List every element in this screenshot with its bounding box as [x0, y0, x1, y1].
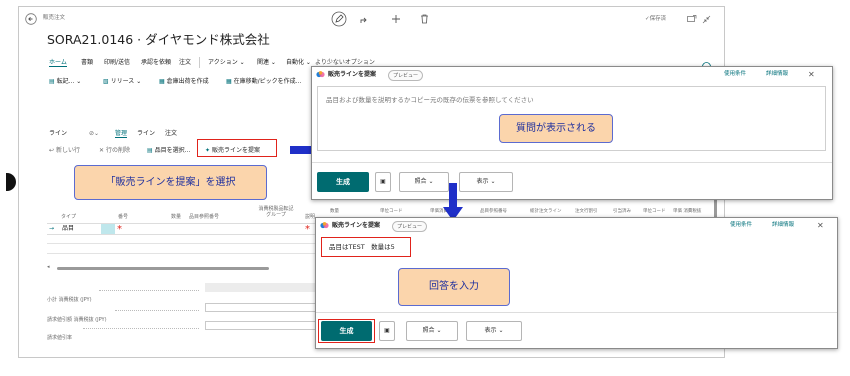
details-link[interactable]: 詳細情報: [766, 71, 788, 78]
action-automate[interactable]: 自動化 ⌄: [286, 60, 311, 66]
back-arrow-icon[interactable]: [25, 13, 37, 25]
generate-button[interactable]: 生成: [321, 321, 372, 341]
side-panel-handle[interactable]: [6, 173, 16, 191]
action-related[interactable]: 関連 ⌄: [257, 60, 276, 66]
callout-question-shown: 質問が表示される: [499, 114, 613, 143]
copilot-icon: [316, 70, 325, 79]
subtotal-label: 小計 消費税抜 (JPY): [47, 297, 92, 303]
invoice-discount-label: 請求値引額 消費税抜 (JPY): [47, 317, 107, 323]
release-button[interactable]: ▧ リリース ⌄: [103, 79, 141, 85]
highlight-suggest-button: [197, 139, 277, 157]
lines-line-tab[interactable]: ライン: [137, 131, 155, 137]
scroll-left-icon[interactable]: ◂: [47, 265, 50, 270]
copilot-icon: [320, 221, 329, 230]
subtotal-field: [205, 283, 325, 292]
col-number: 番号: [118, 214, 129, 220]
dialog-title: 販売ラインを提案: [332, 222, 381, 229]
edit-icon[interactable]: [331, 11, 347, 27]
suggest-lines-dialog-answer: 販売ラインを提案 プレビュー 使用条件 詳細情報 ✕ 品目はTEST 数量は5 …: [315, 217, 838, 349]
new-line-button[interactable]: ↩ 新しい行: [49, 148, 80, 154]
delete-icon[interactable]: [420, 14, 429, 24]
open-new-window-icon[interactable]: [687, 15, 697, 23]
generate-button[interactable]: 生成: [317, 172, 369, 192]
col-type: タイプ: [61, 214, 77, 220]
select-items-button[interactable]: ▤ 品目を選択...: [147, 148, 190, 154]
collapse-icon[interactable]: [702, 15, 711, 24]
required-mark: *: [117, 224, 122, 235]
action-request-approval[interactable]: 承認を依頼: [141, 60, 171, 66]
saved-status: ✓保存済: [645, 16, 667, 22]
col-quantity: 数量: [171, 214, 182, 220]
delete-line-button[interactable]: ✕ 行の削除: [99, 148, 130, 154]
item-number-cell[interactable]: [101, 224, 115, 234]
save-icon[interactable]: ▣: [375, 172, 391, 192]
breadcrumb: 販売注文: [43, 15, 66, 21]
dialog-header: 販売ラインを提案 プレビュー 使用条件 詳細情報 ✕: [312, 67, 832, 81]
lines-tab[interactable]: ライン: [49, 131, 67, 137]
view-dropdown[interactable]: 表示 ⌄: [459, 172, 513, 192]
action-home[interactable]: ホーム: [49, 60, 67, 67]
row-type[interactable]: 品目: [62, 226, 74, 232]
create-warehouse-shipment-button[interactable]: ▦ 倉庫出荷を作成: [159, 79, 209, 85]
invoice-discount-rate-field[interactable]: [205, 321, 325, 330]
close-icon[interactable]: ✕: [817, 221, 824, 230]
add-icon[interactable]: [391, 14, 401, 24]
post-button[interactable]: ▤ 転記... ⌄: [49, 79, 81, 85]
terms-link[interactable]: 使用条件: [730, 222, 752, 229]
dialog-header: 販売ラインを提案 プレビュー 使用条件 詳細情報 ✕: [316, 218, 837, 232]
col-description: 説明: [305, 214, 316, 220]
divider: [316, 312, 837, 313]
callout-select-suggest: 「販売ラインを提案」を選択: [74, 165, 267, 200]
action-print[interactable]: 印刷/送信: [104, 60, 130, 66]
save-icon[interactable]: ▣: [379, 321, 395, 341]
preview-badge: プレビュー: [388, 70, 424, 81]
required-mark: *: [305, 224, 310, 235]
close-icon[interactable]: ✕: [808, 70, 815, 79]
divider: [312, 162, 832, 163]
share-icon[interactable]: [359, 15, 369, 25]
prompt-placeholder: 品目および数量を説明するかコピー元の既存の伝票を参照してください: [326, 96, 534, 104]
action-actions[interactable]: アクション ⌄: [208, 60, 245, 66]
details-link[interactable]: 詳細情報: [772, 222, 794, 229]
col-vat-group: 消費税製品転記グループ: [258, 206, 294, 218]
create-pick-button[interactable]: ▦ 在庫移動/ピックを作成...: [226, 79, 301, 85]
lines-order-tab[interactable]: 注文: [165, 131, 177, 137]
terms-link[interactable]: 使用条件: [724, 71, 746, 78]
invoice-discount-rate-label: 請求値引率: [47, 335, 73, 341]
divider: [199, 57, 200, 68]
lines-manage-tab[interactable]: 管理: [115, 131, 128, 138]
view-dropdown[interactable]: 表示 ⌄: [466, 321, 522, 341]
prompt-text: 品目はTEST 数量は5: [329, 243, 395, 251]
match-dropdown[interactable]: 照合 ⌄: [399, 172, 449, 192]
page-title: SORA21.0146 · ダイヤモンド株式会社: [47, 32, 270, 47]
table-row[interactable]: → 品目 * *: [47, 223, 319, 235]
action-doc[interactable]: 書類: [81, 60, 93, 66]
horizontal-scrollbar[interactable]: [57, 267, 269, 270]
callout-enter-answer: 回答を入力: [398, 268, 510, 306]
preview-badge: プレビュー: [392, 221, 428, 232]
match-dropdown[interactable]: 照合 ⌄: [406, 321, 458, 341]
invoice-discount-field[interactable]: [205, 303, 325, 312]
action-order[interactable]: 注文: [179, 60, 191, 66]
dialog-title: 販売ラインを提案: [328, 71, 377, 78]
row-divider: [47, 243, 319, 244]
row-divider: [47, 253, 319, 254]
col-item-ref: 品目参照番号: [189, 214, 220, 220]
totals-row: 請求値引率: [47, 321, 325, 343]
lines-menu-icon[interactable]: ⊘⌄: [89, 131, 99, 137]
